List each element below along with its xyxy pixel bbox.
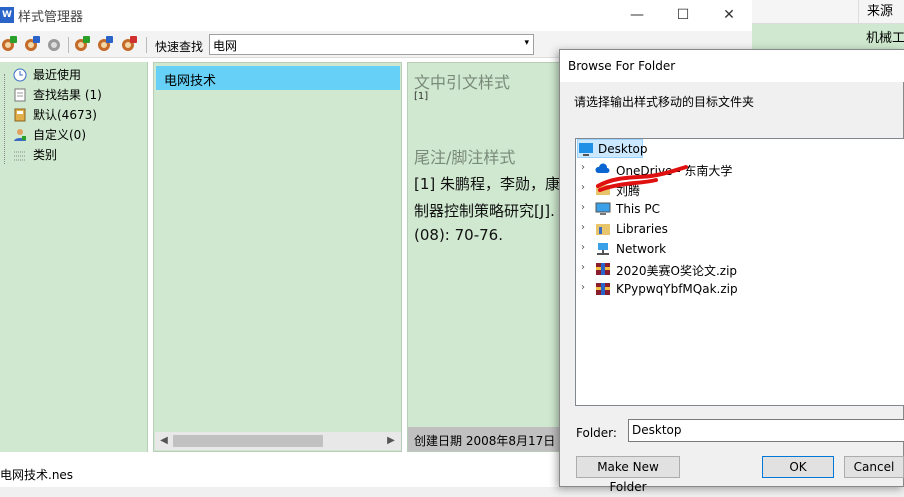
close-button[interactable]: ✕ bbox=[706, 0, 752, 31]
folder-label: Folder: bbox=[576, 426, 617, 440]
category-tree: 最近使用 查找结果 (1) 默认(4673) 自定义(0) 类别 bbox=[0, 62, 148, 452]
cancel-button[interactable]: Cancel bbox=[844, 456, 904, 478]
ok-button[interactable]: OK bbox=[762, 456, 834, 478]
clock-icon bbox=[13, 68, 27, 82]
chevron-right-icon[interactable]: › bbox=[581, 182, 585, 193]
zip-icon bbox=[596, 263, 610, 275]
folder-node-zip-1[interactable]: › 2020美赛O奖论文.zip bbox=[576, 259, 904, 279]
folder-node-this-pc[interactable]: › This PC bbox=[576, 199, 904, 219]
grid-icon bbox=[14, 151, 26, 161]
browse-folder-dialog: Browse For Folder 请选择输出样式移动的目标文件夹 Deskto… bbox=[559, 49, 904, 494]
folder-node-libraries[interactable]: › Libraries bbox=[576, 219, 904, 239]
title-bar: W 样式管理器 — ☐ ✕ bbox=[0, 0, 752, 31]
export-style-icon[interactable] bbox=[97, 36, 113, 52]
folder-node-desktop[interactable]: Desktop bbox=[576, 139, 904, 159]
make-new-folder-button[interactable]: Make New Folder bbox=[576, 456, 680, 494]
chevron-right-icon[interactable]: › bbox=[581, 162, 585, 173]
chevron-right-icon[interactable]: › bbox=[581, 262, 585, 273]
background-table-row[interactable]: 机械工 bbox=[752, 24, 904, 52]
scrollbar-thumb[interactable] bbox=[173, 435, 323, 447]
status-bar-filename: 电网技术.nes bbox=[0, 468, 74, 482]
footnote-line-1: [1] 朱鹏程，李勋，康 bbox=[414, 175, 560, 193]
column-header-source[interactable]: 来源 bbox=[858, 0, 904, 24]
quick-find-select[interactable]: 电网 ▾ bbox=[209, 34, 534, 55]
app-icon: W bbox=[0, 7, 14, 23]
style-preview: 文中引文样式 [1] 尾注/脚注样式 [1] 朱鹏程，李勋，康 制器控制策略研究… bbox=[407, 62, 560, 452]
red-scribble bbox=[596, 165, 688, 192]
list-item-label: 电网技术 bbox=[164, 74, 217, 89]
tree-item-label: 类别 bbox=[33, 148, 58, 162]
delete-style-icon[interactable] bbox=[47, 36, 63, 52]
background-table-header: 来源 bbox=[752, 0, 904, 24]
library-icon bbox=[596, 224, 610, 235]
minimize-button[interactable]: — bbox=[614, 0, 660, 31]
dialog-prompt: 请选择输出样式移动的目标文件夹 bbox=[574, 95, 755, 109]
footnote-heading: 尾注/脚注样式 bbox=[414, 148, 516, 167]
maximize-button[interactable]: ☐ bbox=[660, 0, 706, 31]
edit-style-icon[interactable] bbox=[24, 36, 40, 52]
quick-find-value: 电网 bbox=[213, 39, 238, 53]
quick-find-label: 快速查找 bbox=[155, 40, 204, 54]
tree-item-label: 查找结果 (1) bbox=[33, 88, 102, 102]
folder-node-network[interactable]: › Network bbox=[576, 239, 904, 259]
network-icon bbox=[597, 243, 609, 255]
horizontal-scrollbar[interactable]: ◀ ▶ bbox=[155, 432, 401, 450]
tree-item-label: 默认(4673) bbox=[33, 108, 97, 122]
user-icon bbox=[14, 129, 26, 141]
book-icon bbox=[14, 108, 26, 122]
zip-icon bbox=[596, 283, 610, 295]
toolbar-separator bbox=[68, 37, 69, 53]
scroll-right-icon[interactable]: ▶ bbox=[383, 433, 399, 449]
footnote-line-2: 制器控制策略研究[J]. bbox=[414, 202, 555, 220]
new-style-icon[interactable] bbox=[1, 36, 17, 52]
style-list: 电网技术 ◀ ▶ bbox=[153, 62, 402, 452]
table-cell-source: 机械工 bbox=[866, 31, 904, 46]
tree-item-label: 最近使用 bbox=[33, 68, 82, 82]
folder-input[interactable]: Desktop bbox=[628, 419, 904, 442]
chevron-down-icon[interactable]: ▾ bbox=[524, 38, 529, 48]
dialog-title: Browse For Folder bbox=[568, 59, 676, 73]
document-icon bbox=[14, 88, 26, 102]
chevron-right-icon[interactable]: › bbox=[581, 282, 585, 293]
created-date-bar: 创建日期 2008年8月17日 bbox=[408, 427, 559, 451]
import-style-icon[interactable] bbox=[74, 36, 90, 52]
list-item-selected[interactable]: 电网技术 bbox=[156, 66, 400, 90]
citation-sample: [1] bbox=[414, 91, 429, 102]
desktop-icon bbox=[579, 143, 593, 156]
settings-style-icon[interactable] bbox=[121, 36, 137, 52]
created-date: 创建日期 2008年8月17日 bbox=[414, 434, 556, 448]
window-title: 样式管理器 bbox=[18, 10, 84, 25]
tree-item-label: 自定义(0) bbox=[33, 128, 86, 142]
folder-node-zip-2[interactable]: › KPypwqYbfMQak.zip bbox=[576, 279, 904, 299]
computer-icon bbox=[595, 202, 611, 215]
chevron-right-icon[interactable]: › bbox=[581, 222, 585, 233]
citation-heading: 文中引文样式 bbox=[414, 73, 511, 92]
footnote-line-3: (08): 70-76. bbox=[414, 226, 503, 244]
toolbar-separator bbox=[146, 37, 147, 53]
chevron-right-icon[interactable]: › bbox=[581, 242, 585, 253]
chevron-right-icon[interactable]: › bbox=[581, 202, 585, 213]
scroll-left-icon[interactable]: ◀ bbox=[156, 433, 172, 449]
folder-input-value: Desktop bbox=[632, 423, 682, 437]
